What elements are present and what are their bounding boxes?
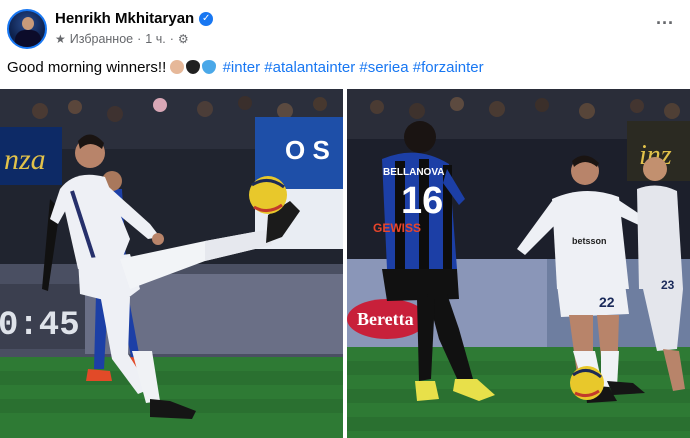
blue-heart-emoji-icon: [202, 60, 217, 74]
banner-text: O S: [285, 135, 330, 165]
opponent-number: 16: [401, 180, 443, 222]
black-heart-emoji-icon: [186, 60, 201, 74]
photo-right-scene: inz Beretta BELLANOVA 16 GEWISS betsson: [347, 89, 690, 438]
post-photo-left[interactable]: nza O S 0:45: [0, 89, 343, 438]
post-photo-right[interactable]: inz Beretta BELLANOVA 16 GEWISS betsson: [347, 89, 690, 438]
gear-icon: ⚙: [177, 32, 189, 46]
hashtag-link[interactable]: #inter: [223, 59, 261, 76]
post-meta: ★ Избранное · 1 ч. · ⚙: [55, 32, 189, 46]
verified-badge-icon: ✓: [199, 11, 214, 26]
ad-board-text: Beretta: [357, 309, 414, 329]
clap-emoji-icon: [170, 60, 185, 74]
post-timestamp[interactable]: 1 ч.: [145, 32, 165, 46]
hashtag-link[interactable]: #atalantainter: [264, 59, 355, 76]
post-caption: Good morning winners!! #inter #atalantai…: [7, 59, 484, 76]
author-name-row: Henrikh Mkhitaryan ✓: [55, 10, 214, 27]
scoreboard-text: 0:45: [0, 307, 80, 345]
photo-left-scene: nza O S 0:45: [0, 89, 343, 438]
player-sponsor: betsson: [572, 236, 607, 246]
author-avatar[interactable]: [7, 9, 47, 49]
more-dots-icon[interactable]: ···: [654, 14, 676, 36]
hashtag-link[interactable]: #forzainter: [413, 59, 484, 76]
caption-text: Good morning winners!!: [7, 59, 171, 76]
hashtag-link[interactable]: #seriea: [359, 59, 408, 76]
author-name[interactable]: Henrikh Mkhitaryan: [55, 10, 194, 27]
post-header: Henrikh Mkhitaryan ✓ ★ Избранное · 1 ч. …: [0, 0, 690, 54]
audience-label[interactable]: Избранное: [70, 32, 133, 46]
opponent-name: BELLANOVA: [383, 167, 444, 178]
star-icon: ★: [55, 32, 66, 46]
opponent-sponsor: GEWISS: [373, 221, 421, 235]
banner-text: nza: [4, 143, 46, 176]
player-number: 22: [599, 294, 615, 310]
meta-separator: ·: [169, 32, 174, 46]
meta-separator: ·: [137, 32, 142, 46]
